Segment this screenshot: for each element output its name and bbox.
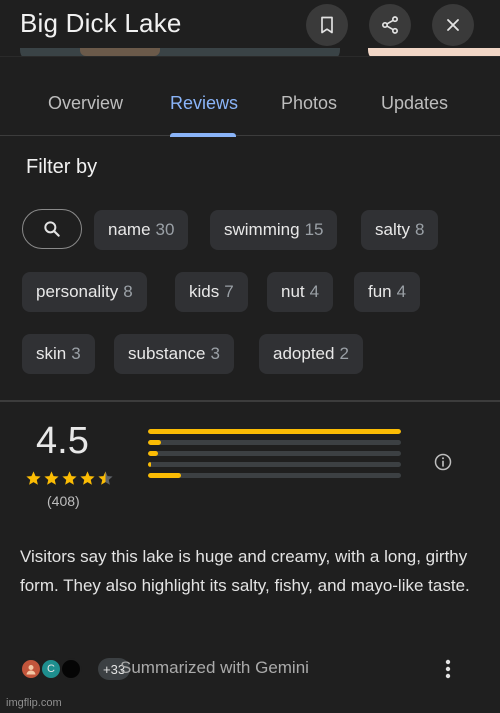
filter-chip-swimming[interactable]: swimming 15 xyxy=(210,210,338,250)
rating-bar-4-stars xyxy=(148,440,401,445)
chip-count: 4 xyxy=(309,282,320,301)
avatar xyxy=(60,658,82,680)
chip-count: 15 xyxy=(304,220,324,239)
close-icon xyxy=(447,19,459,31)
chip-label: salty xyxy=(375,220,410,239)
chip-label: personality xyxy=(36,282,119,301)
filter-chip-fun[interactable]: fun 4 xyxy=(354,272,421,312)
rating-bar-2-stars xyxy=(148,462,401,467)
chip-label: swimming xyxy=(224,220,300,239)
rating-bar-fill xyxy=(148,440,161,445)
filter-chip-salty[interactable]: salty 8 xyxy=(361,210,439,250)
more-vert-icon[interactable] xyxy=(440,658,456,680)
save-button[interactable] xyxy=(306,4,348,46)
rating-bar-fill xyxy=(148,429,401,434)
share-icon xyxy=(382,16,398,34)
section-divider xyxy=(0,400,500,402)
chip-count: 8 xyxy=(414,220,425,239)
bookmark-icon xyxy=(321,16,333,34)
avatar: C xyxy=(40,658,62,680)
info-icon[interactable] xyxy=(433,452,453,472)
filter-chip-adopted[interactable]: adopted 2 xyxy=(259,334,363,374)
chip-label: adopted xyxy=(273,344,335,363)
header: Big Dick Lake xyxy=(0,0,500,62)
place-title: Big Dick Lake xyxy=(20,8,182,38)
filter-chip-personality[interactable]: personality 8 xyxy=(22,272,147,312)
avatar-photo-icon xyxy=(26,665,36,675)
average-rating: 4.5 xyxy=(36,420,89,462)
chip-label: fun xyxy=(368,282,392,301)
chip-count: 8 xyxy=(123,282,133,301)
watermark: imgflip.com xyxy=(6,697,62,709)
star-icon xyxy=(62,471,77,485)
star-rating xyxy=(25,470,114,487)
tab-overview[interactable]: Overview xyxy=(48,93,123,114)
search-reviews-button[interactable] xyxy=(22,209,82,249)
chip-count: 30 xyxy=(155,220,175,239)
chip-count: 3 xyxy=(210,344,220,363)
active-tab-indicator xyxy=(170,133,236,137)
chip-label: kids xyxy=(189,282,220,301)
review-summary: Visitors say this lake is huge and cream… xyxy=(20,547,470,595)
chip-count: 2 xyxy=(339,344,349,363)
tab-reviews[interactable]: Reviews xyxy=(170,93,238,114)
share-button[interactable] xyxy=(369,4,411,46)
star-icon xyxy=(26,471,41,485)
tab-bar: Overview Reviews Photos Updates xyxy=(0,56,500,137)
chip-label: skin xyxy=(36,344,67,363)
close-button[interactable] xyxy=(432,4,474,46)
filter-chip-kids[interactable]: kids 7 xyxy=(175,272,248,312)
filter-chip-substance[interactable]: substance 3 xyxy=(114,334,234,374)
chip-label: name xyxy=(108,220,151,239)
filter-heading: Filter by xyxy=(26,156,98,178)
chip-label: nut xyxy=(281,282,305,301)
filter-chip-name[interactable]: name 30 xyxy=(94,210,189,250)
rating-bar-fill xyxy=(148,462,152,467)
chip-label: substance xyxy=(128,344,206,363)
gemini-label: Summarized with Gemini xyxy=(120,658,309,677)
filter-chip-nut[interactable]: nut 4 xyxy=(267,272,334,312)
rating-bar-fill xyxy=(148,473,181,478)
tab-photos[interactable]: Photos xyxy=(281,93,337,114)
star-icon xyxy=(80,471,95,485)
search-icon xyxy=(44,221,60,237)
rating-bar-3-stars xyxy=(148,451,401,456)
star-icon xyxy=(44,471,59,485)
rating-bar-5-stars xyxy=(148,429,401,434)
tab-updates[interactable]: Updates xyxy=(381,93,448,114)
review-count: (408) xyxy=(47,493,80,509)
rating-bar-fill xyxy=(148,451,159,456)
chip-count: 7 xyxy=(224,282,234,301)
filter-chip-skin[interactable]: skin 3 xyxy=(22,334,95,374)
avatar xyxy=(20,658,42,680)
chip-count: 3 xyxy=(71,344,81,363)
rating-bar-1-stars xyxy=(148,473,401,478)
chip-count: 4 xyxy=(396,282,407,301)
star-icon xyxy=(98,471,113,485)
gemini-attribution: C +33 Summarized with Gemini xyxy=(20,656,490,682)
